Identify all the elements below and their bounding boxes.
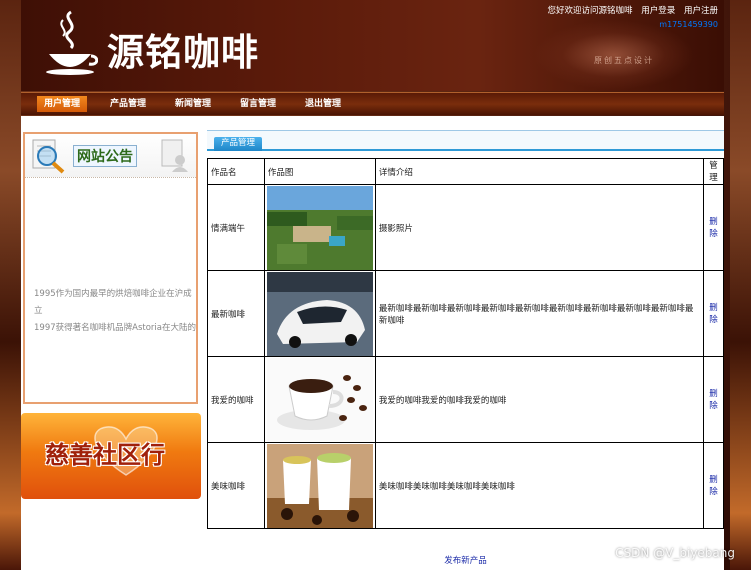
notice-line: 1995作为国内最早的烘焙咖啡企业在沪成立 [34,289,192,316]
product-image-cell [263,270,376,357]
product-image-cell [263,356,376,443]
content-area: 网站公告 1995作为国内最早的烘焙咖啡企业在沪成立 1997获得著名咖啡机品牌… [21,116,724,570]
decor-left-border [0,0,21,570]
product-name: 我爱的咖啡 [207,356,265,443]
site-logo-text: 源铭咖啡 [107,31,259,74]
decor-right-border [730,0,751,570]
delete-link[interactable]: 删除 [709,389,718,411]
column-header-manage: 管理 [703,158,724,185]
nav-news-management[interactable]: 新闻管理 [168,96,218,112]
product-detail: 摄影照片 [374,184,705,271]
delete-link[interactable]: 删除 [709,217,718,239]
column-header-detail: 详情介绍 [374,158,705,185]
ripple-caption: 原创五点设计 [594,56,654,65]
table-row: 情满端午 摄影照片 删除 [207,184,724,271]
csdn-watermark: CSDN @V_biyebang [615,546,735,560]
product-name: 美味咖啡 [207,442,265,529]
register-link[interactable]: 用户注册 [684,6,718,16]
aerial-photo-thumbnail [266,185,373,270]
product-table: 作品名 作品图 详情介绍 管理 情满端午 摄影照片 删除 最新咖啡 最新咖啡最新… [207,158,724,529]
current-username[interactable]: m1751459390 [542,18,718,32]
site-notice-box: 网站公告 1995作为国内最早的烘焙咖啡企业在沪成立 1997获得著名咖啡机品牌… [23,132,198,404]
table-row: 美味咖啡 美味咖啡美味咖啡美味咖啡美味咖啡 删除 [207,442,724,529]
product-image-cell [263,184,376,271]
notice-line: 1997获得著名咖啡机品牌Astoria在大陆的 [34,323,196,333]
nav-product-management[interactable]: 产品管理 [103,96,153,112]
column-header-image: 作品图 [263,158,376,185]
latte-cups-photo-thumbnail [266,443,373,528]
welcome-text: 您好欢迎访问源铭咖啡 [547,6,633,16]
tab-strip: 产品管理 [207,130,724,151]
notice-title: 网站公告 [73,145,137,167]
product-name: 最新咖啡 [207,270,265,357]
product-detail: 美味咖啡美味咖啡美味咖啡美味咖啡 [374,442,705,529]
login-link[interactable]: 用户登录 [641,6,675,16]
nav-user-management[interactable]: 用户管理 [37,96,88,112]
nav-logout-management[interactable]: 退出管理 [298,96,348,112]
table-row: 我爱的咖啡 我爱的咖啡我爱的咖啡我爱的咖啡 删除 [207,356,724,443]
user-profile-icon [161,139,188,172]
product-name: 情满端午 [207,184,265,271]
charity-community-banner[interactable]: 慈善社区行 [21,413,201,499]
magnifier-icon [32,139,65,174]
table-header-row: 作品名 作品图 详情介绍 管理 [207,158,724,185]
header-links: 您好欢迎访问源铭咖啡 用户登录 用户注册 m1751459390 [542,4,718,32]
delete-link[interactable]: 删除 [709,303,718,325]
car-photo-thumbnail [266,271,373,356]
nav-message-management[interactable]: 留言管理 [233,96,283,112]
product-management-panel: 产品管理 作品名 作品图 详情介绍 管理 情满端午 摄影照片 删除 最新咖啡 最… [207,130,724,570]
coffee-cup-logo-icon [46,10,98,75]
charity-banner-text: 慈善社区行 [45,440,165,469]
product-detail: 最新咖啡最新咖啡最新咖啡最新咖啡最新咖啡最新咖啡最新咖啡最新咖啡最新咖啡最新咖啡 [374,270,705,357]
site-header: 原创五点设计 源铭咖啡 您好欢迎访问源铭咖啡 用户登录 用户注册 m175145… [21,0,724,91]
product-detail: 我爱的咖啡我爱的咖啡我爱的咖啡 [374,356,705,443]
notice-body: 1995作为国内最早的烘焙咖啡企业在沪成立 1997获得著名咖啡机品牌Astor… [34,286,198,340]
tab-product-management[interactable]: 产品管理 [214,137,263,151]
column-header-name: 作品名 [207,158,265,185]
main-nav: 用户管理 产品管理 新闻管理 留言管理 退出管理 [21,92,724,115]
delete-link[interactable]: 删除 [709,475,718,497]
notice-header: 网站公告 [25,134,196,178]
coffee-cup-photo-thumbnail [266,357,373,442]
product-image-cell [263,442,376,529]
table-row: 最新咖啡 最新咖啡最新咖啡最新咖啡最新咖啡最新咖啡最新咖啡最新咖啡最新咖啡最新咖… [207,270,724,357]
